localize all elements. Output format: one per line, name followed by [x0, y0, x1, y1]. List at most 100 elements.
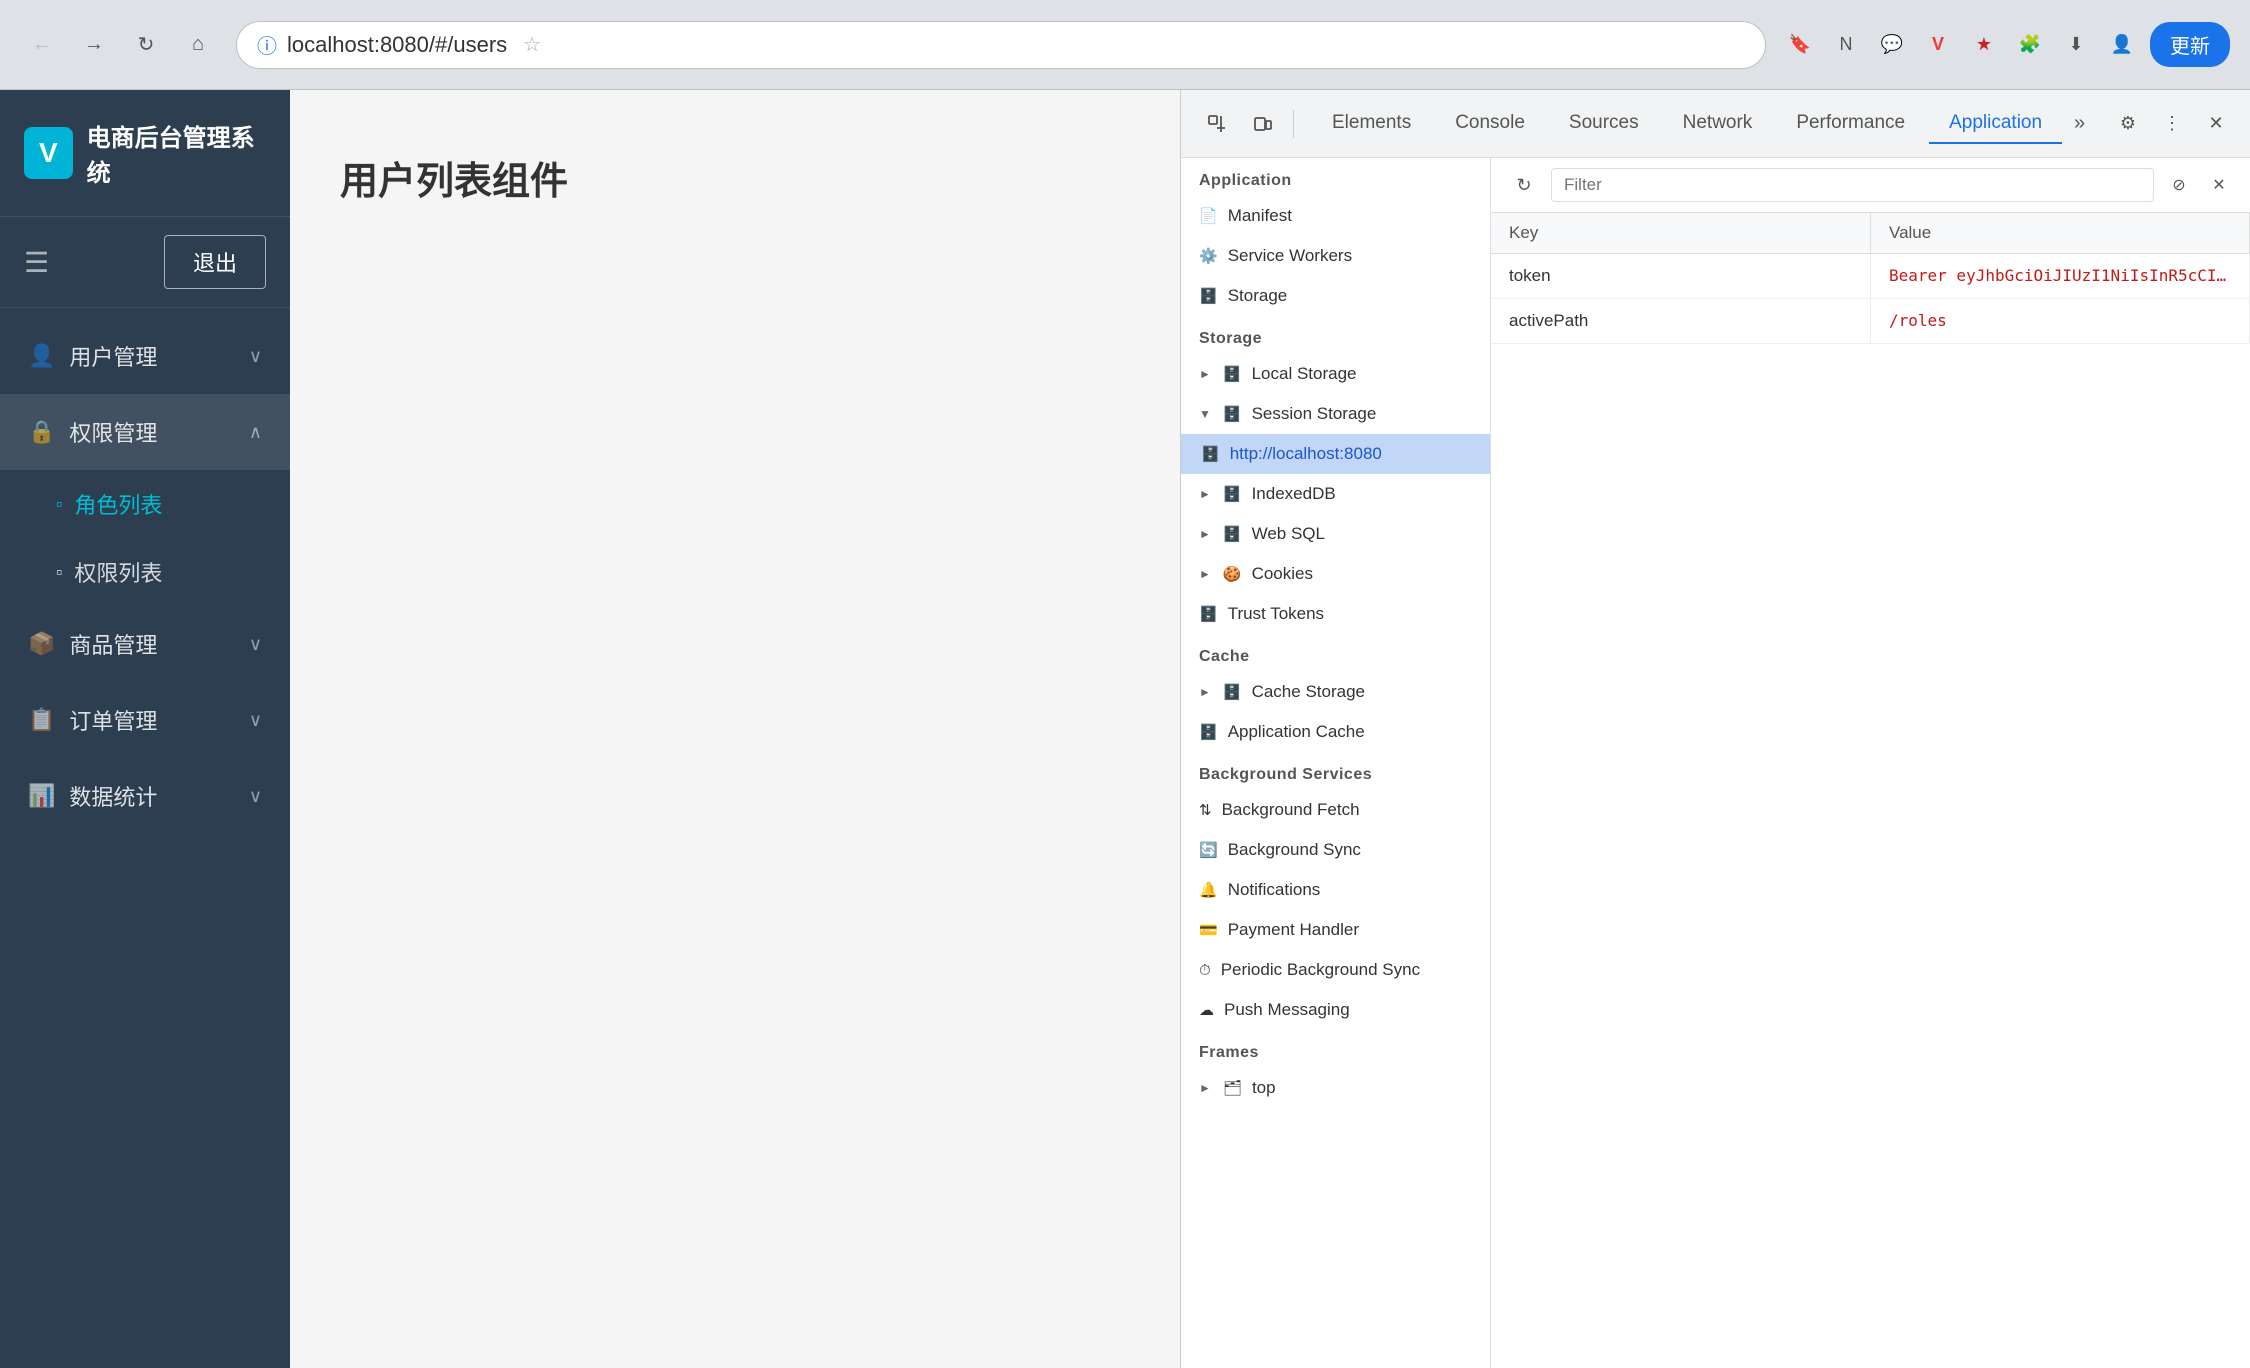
tab-sources[interactable]: Sources — [1549, 104, 1659, 144]
table-cell-value-0: Bearer eyJhbGciOiJIUzI1NiIsInR5cCI6Ik... — [1871, 254, 2250, 298]
db-icon-localhost: 🗄️ — [1201, 445, 1220, 463]
nav-storage-app-label: Storage — [1228, 286, 1288, 306]
submenu-roles-label: 角色列表 — [74, 488, 162, 520]
nav-payment-handler[interactable]: 💳 Payment Handler — [1181, 910, 1490, 950]
nav-indexeddb-label: IndexedDB — [1252, 484, 1336, 504]
filter-input[interactable] — [1551, 168, 2154, 202]
devtools-close-icon[interactable]: ✕ — [2198, 106, 2234, 142]
expand-indexeddb-icon: ► — [1199, 487, 1211, 501]
tab-console[interactable]: Console — [1435, 104, 1545, 144]
filter-refresh-button[interactable]: ↻ — [1507, 168, 1541, 202]
logout-button[interactable]: 退出 — [164, 235, 266, 289]
sidebar-item-stats[interactable]: 📊 数据统计 ∨ — [0, 758, 290, 834]
nav-frames-top[interactable]: ► 🗂 top — [1181, 1068, 1490, 1108]
profile-icon[interactable]: 👤 — [2104, 27, 2140, 63]
nav-web-sql[interactable]: ► 🗄️ Web SQL — [1181, 514, 1490, 554]
expand-session-storage-icon: ▼ — [1199, 407, 1211, 421]
refresh-button[interactable]: ↻ — [124, 23, 168, 67]
nav-frames-top-label: top — [1252, 1078, 1276, 1098]
forward-button[interactable]: → — [72, 23, 116, 67]
nav-bg-fetch[interactable]: ⇅ Background Fetch — [1181, 790, 1490, 830]
home-button[interactable]: ⌂ — [176, 23, 220, 67]
nav-push-messaging[interactable]: ☁ Push Messaging — [1181, 990, 1490, 1030]
ext-download[interactable]: ⬇ — [2058, 27, 2094, 63]
stats-icon: 📊 — [28, 783, 55, 809]
sidebar-toggle-icon[interactable]: ☰ — [24, 246, 49, 279]
periodic-sync-icon: ⏱ — [1199, 962, 1211, 979]
nav-cache-storage[interactable]: ► 🗄️ Cache Storage — [1181, 672, 1490, 712]
nav-service-workers-label: Service Workers — [1228, 246, 1352, 266]
address-bar[interactable]: ⓘ localhost:8080/#/users ☆ — [236, 21, 1766, 69]
grid2-icon: ▫ — [56, 562, 62, 583]
users-icon: 👤 — [28, 343, 55, 369]
expand-cache-storage-icon: ► — [1199, 685, 1211, 699]
nav-service-workers[interactable]: ⚙️ Service Workers — [1181, 236, 1490, 276]
sidebar-item-users[interactable]: 👤 用户管理 ∨ — [0, 318, 290, 394]
update-button[interactable]: 更新 — [2150, 22, 2230, 67]
sidebar-item-permissions[interactable]: 🔒 权限管理 ∧ — [0, 394, 290, 470]
ext-discord[interactable]: 💬 — [1874, 27, 1910, 63]
table-row[interactable]: token Bearer eyJhbGciOiJIUzI1NiIsInR5cCI… — [1491, 254, 2250, 299]
devtools-main-panel: ↻ ⊘ ✕ Key Value token Bearer eyJhbGciOiJ… — [1491, 158, 2250, 1368]
sidebar-item-orders[interactable]: 📋 订单管理 ∨ — [0, 682, 290, 758]
table-cell-key-1: activePath — [1491, 299, 1871, 343]
nav-label-orders: 订单管理 — [69, 704, 157, 736]
nav-trust-tokens-label: Trust Tokens — [1228, 604, 1324, 624]
nav-payment-handler-label: Payment Handler — [1228, 920, 1359, 940]
submenu-roles[interactable]: ▫ 角色列表 — [0, 470, 290, 538]
tab-performance[interactable]: Performance — [1776, 104, 1925, 144]
star-icon[interactable]: ☆ — [523, 32, 541, 57]
db-icon-session: 🗄️ — [1223, 405, 1242, 423]
nav-application-cache[interactable]: 🗄️ Application Cache — [1181, 712, 1490, 752]
nav-trust-tokens[interactable]: 🗄️ Trust Tokens — [1181, 594, 1490, 634]
table-row[interactable]: activePath /roles — [1491, 299, 2250, 344]
nav-bg-fetch-label: Background Fetch — [1222, 800, 1360, 820]
col-header-key: Key — [1491, 213, 1871, 253]
submenu-permissions[interactable]: ▫ 权限列表 — [0, 538, 290, 606]
ext-bookmark[interactable]: 🔖 — [1782, 27, 1818, 63]
devtools-tabs: Elements Console Sources Network Perform… — [1312, 104, 2093, 144]
nav-session-storage[interactable]: ▼ 🗄️ Session Storage — [1181, 394, 1490, 434]
tab-application[interactable]: Application — [1929, 104, 2062, 144]
page-title: 用户列表组件 — [340, 150, 1130, 205]
app-container: V 电商后台管理系统 ☰ 退出 👤 用户管理 ∨ 🔒 权限管理 ∧ — [0, 90, 2250, 1368]
app-cache-icon: 🗄️ — [1199, 723, 1218, 741]
service-workers-icon: ⚙️ — [1199, 247, 1218, 265]
browser-extensions: 🔖 N 💬 V ★ 🧩 ⬇ 👤 更新 — [1782, 22, 2230, 67]
notifications-icon: 🔔 — [1199, 881, 1218, 899]
nav-periodic-bg-sync[interactable]: ⏱ Periodic Background Sync — [1181, 950, 1490, 990]
section-header-frames: Frames — [1181, 1030, 1490, 1068]
devtools-actions: ⚙ ⋮ ✕ — [2110, 106, 2234, 142]
nav-bg-sync[interactable]: 🔄 Background Sync — [1181, 830, 1490, 870]
nav-indexeddb[interactable]: ► 🗄️ IndexedDB — [1181, 474, 1490, 514]
ext-vivaldi[interactable]: V — [1920, 27, 1956, 63]
nav-cookies[interactable]: ► 🍪 Cookies — [1181, 554, 1490, 594]
nav-cookies-label: Cookies — [1252, 564, 1313, 584]
nav-label-stats: 数据统计 — [69, 780, 157, 812]
nav-local-storage[interactable]: ► 🗄️ Local Storage — [1181, 354, 1490, 394]
sidebar-item-products[interactable]: 📦 商品管理 ∨ — [0, 606, 290, 682]
nav-notifications-label: Notifications — [1228, 880, 1321, 900]
nav-notifications[interactable]: 🔔 Notifications — [1181, 870, 1490, 910]
ext-lastpass[interactable]: ★ — [1966, 27, 2002, 63]
filter-clear-button[interactable]: ✕ — [2204, 170, 2234, 200]
grid-icon: ▫ — [56, 494, 62, 515]
devtools-kebab-icon[interactable]: ⋮ — [2154, 106, 2190, 142]
nav-manifest[interactable]: 📄 Manifest — [1181, 196, 1490, 236]
orders-chevron-icon: ∨ — [249, 710, 262, 731]
device-toolbar-button[interactable] — [1243, 104, 1283, 144]
nav-session-localhost[interactable]: 🗄️ http://localhost:8080 — [1181, 434, 1490, 474]
filter-invert-button[interactable]: ⊘ — [2164, 170, 2194, 200]
more-tabs-icon[interactable]: » — [2066, 104, 2093, 143]
tab-elements[interactable]: Elements — [1312, 104, 1431, 144]
devtools-settings-icon[interactable]: ⚙ — [2110, 106, 2146, 142]
nav-session-storage-label: Session Storage — [1252, 404, 1377, 424]
nav-cache-storage-label: Cache Storage — [1252, 682, 1365, 702]
inspect-element-button[interactable] — [1197, 104, 1237, 144]
nav-storage-app[interactable]: 🗄️ Storage — [1181, 276, 1490, 316]
tab-network[interactable]: Network — [1663, 104, 1773, 144]
ext-puzzle[interactable]: 🧩 — [2012, 27, 2048, 63]
nav-periodic-bg-sync-label: Periodic Background Sync — [1221, 960, 1420, 980]
ext-notion[interactable]: N — [1828, 27, 1864, 63]
back-button[interactable]: ← — [20, 23, 64, 67]
